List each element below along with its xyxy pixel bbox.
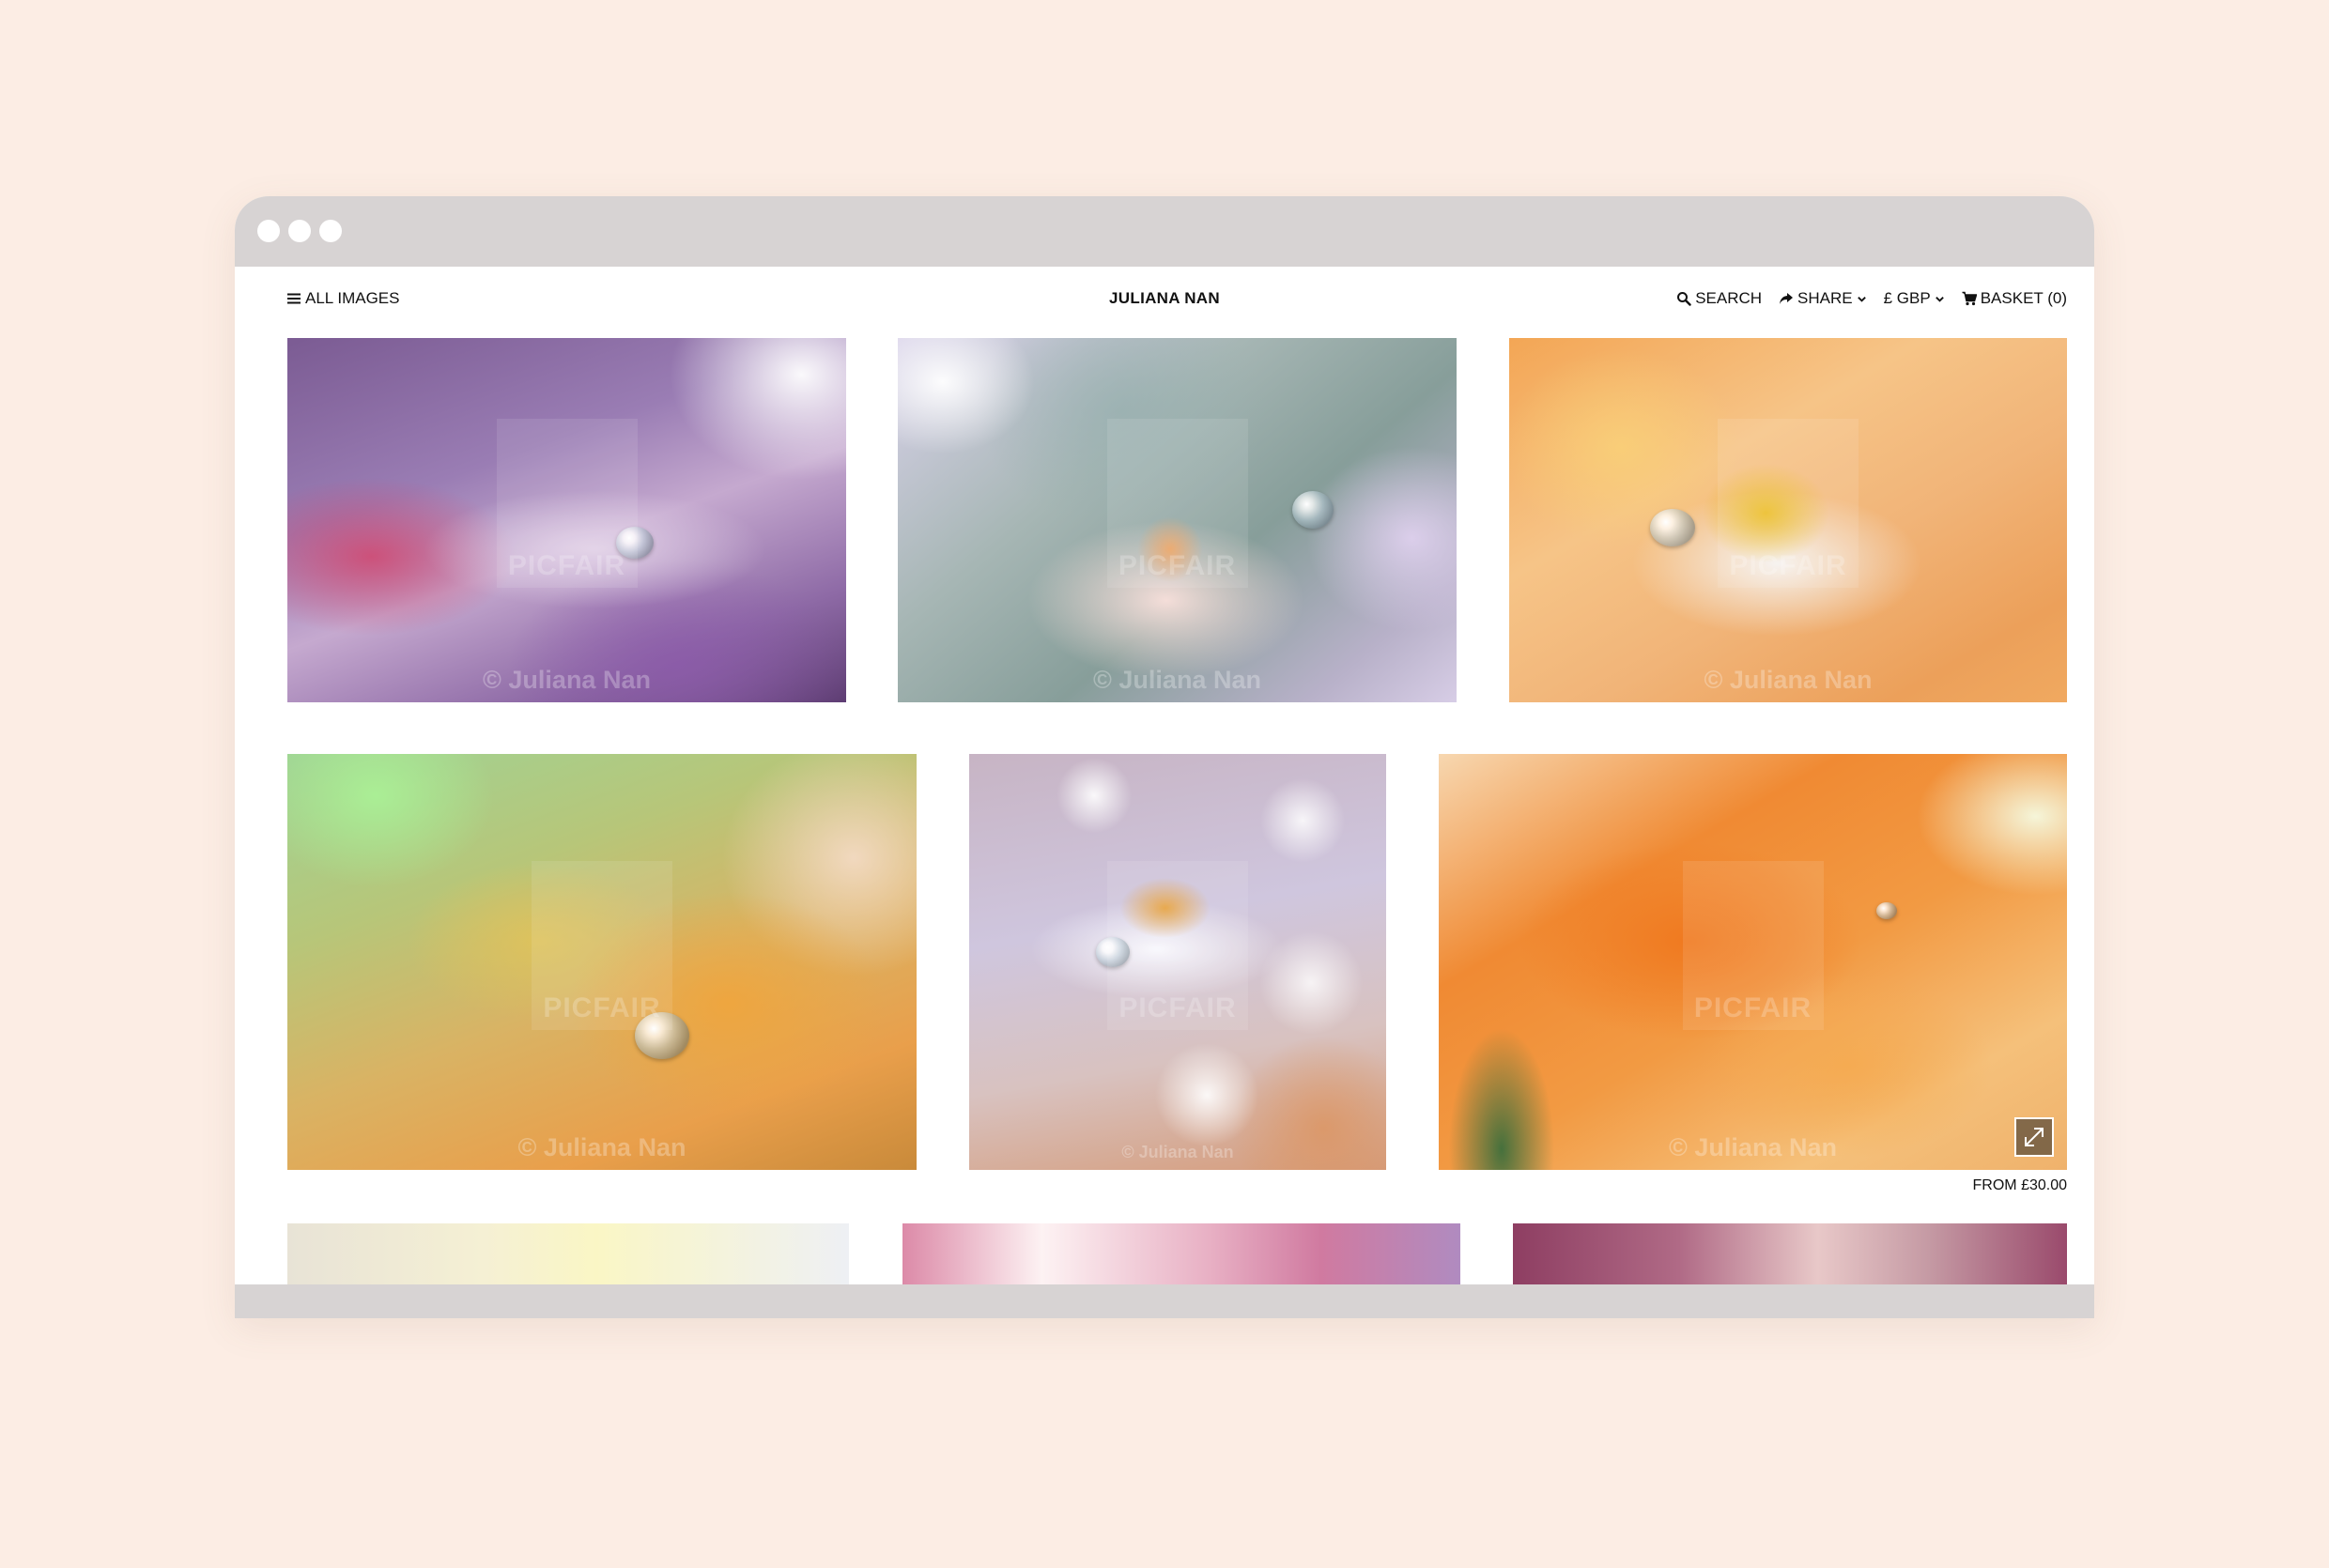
picfair-watermark: PICFAIR [532,860,672,1030]
browser-window: ALL IMAGES JULIANA NAN SEARCH SHARE £ GB… [235,196,2094,1318]
search-icon [1677,292,1691,306]
gallery-photo-row3-2[interactable] [902,1223,1460,1284]
window-close-dot[interactable] [257,220,280,242]
gallery-photo-white-lily[interactable]: PICFAIR © Juliana Nan [898,338,1457,702]
gallery-photo-daisy-orange[interactable]: PICFAIR © Juliana Nan [1509,338,2067,702]
water-drop [1650,509,1695,546]
picfair-watermark: PICFAIR [1718,419,1859,588]
share-label: SHARE [1797,289,1853,307]
gallery-photo-row3-3[interactable] [1513,1223,2067,1284]
gallery-photo-bokeh-daisy[interactable]: PICFAIR © Juliana Nan [969,754,1386,1170]
expand-image-button[interactable] [2014,1117,2054,1157]
window-bottom-bar [235,1284,2094,1318]
gallery-photo-golden-petals[interactable]: PICFAIR © Juliana Nan [287,754,917,1170]
window-minimize-dot[interactable] [288,220,311,242]
currency-label: £ GBP [1883,289,1931,307]
window-titlebar [235,196,2094,267]
copyright-watermark: © Juliana Nan [1093,666,1261,694]
copyright-watermark: © Juliana Nan [1669,1133,1837,1161]
basket-label: BASKET (0) [1980,289,2067,307]
featured-price: FROM £30.00 [1972,1177,2067,1193]
copyright-watermark: © Juliana Nan [517,1133,686,1161]
picfair-watermark: PICFAIR [496,419,638,588]
copyright-watermark: © Juliana Nan [1704,666,1873,694]
gallery-photo-purple-petals[interactable]: PICFAIR © Juliana Nan [287,338,846,702]
copyright-watermark: © Juliana Nan [1121,1143,1234,1161]
search-label: SEARCH [1695,289,1763,307]
gallery-photo-row3-1[interactable] [287,1223,849,1284]
water-drop [1292,491,1334,529]
search-button[interactable]: SEARCH [1676,289,1762,308]
picfair-watermark: PICFAIR [1106,419,1248,588]
site-header: ALL IMAGES JULIANA NAN SEARCH SHARE £ GB… [235,267,2094,325]
header-actions: SEARCH SHARE £ GBP BASKET (0) [1676,289,2067,308]
shopping-cart-icon [1962,291,1977,306]
currency-dropdown[interactable]: £ GBP [1884,289,1945,308]
chevron-down-icon [1935,296,1944,302]
picfair-watermark: PICFAIR [1107,860,1248,1030]
chevron-down-icon [1857,296,1866,302]
share-arrow-icon [1780,293,1794,304]
window-maximize-dot[interactable] [319,220,342,242]
expand-arrows-icon [2025,1128,2044,1146]
basket-button[interactable]: BASKET (0) [1962,289,2067,308]
water-drop [1876,902,1897,919]
share-dropdown[interactable]: SHARE [1779,289,1867,308]
copyright-watermark: © Juliana Nan [483,666,651,694]
gallery-photo-orange-gerbera[interactable]: PICFAIR © Juliana Nan [1439,754,2067,1170]
picfair-watermark: PICFAIR [1682,860,1824,1030]
